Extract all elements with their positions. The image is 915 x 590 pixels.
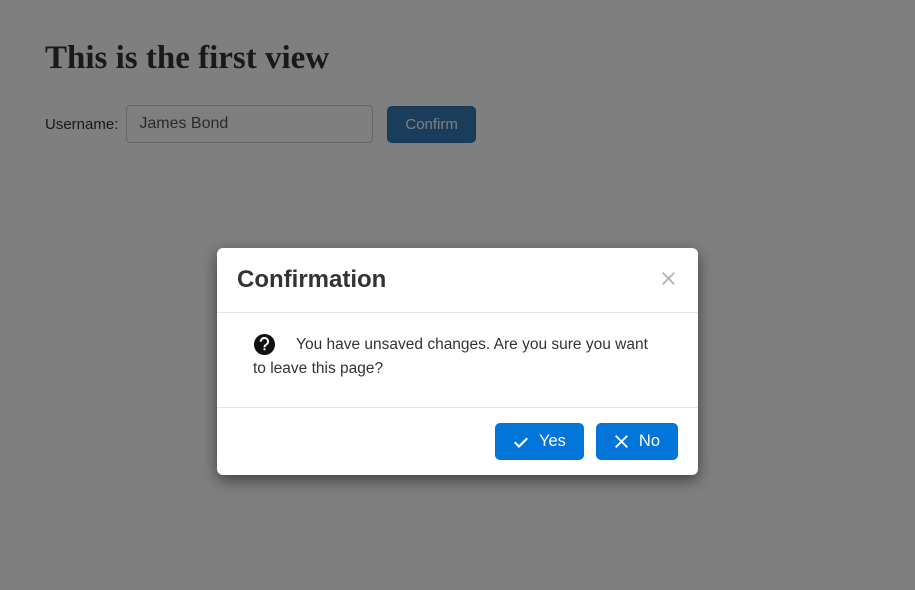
x-icon [614,434,629,449]
dialog-title: Confirmation [237,266,386,294]
no-button[interactable]: No [596,423,678,460]
yes-button-label: Yes [539,432,566,451]
check-icon [513,434,529,450]
close-icon [661,271,676,286]
question-circle-icon [253,333,276,356]
confirmation-dialog: Confirmation You have unsaved changes. A… [217,248,698,475]
no-button-label: No [639,432,660,451]
dialog-header: Confirmation [217,248,698,313]
dialog-footer: Yes No [217,407,698,475]
dialog-message: You have unsaved changes. Are you sure y… [253,336,648,377]
yes-button[interactable]: Yes [495,423,584,460]
close-button[interactable] [659,268,678,292]
dialog-body: You have unsaved changes. Are you sure y… [217,313,698,407]
